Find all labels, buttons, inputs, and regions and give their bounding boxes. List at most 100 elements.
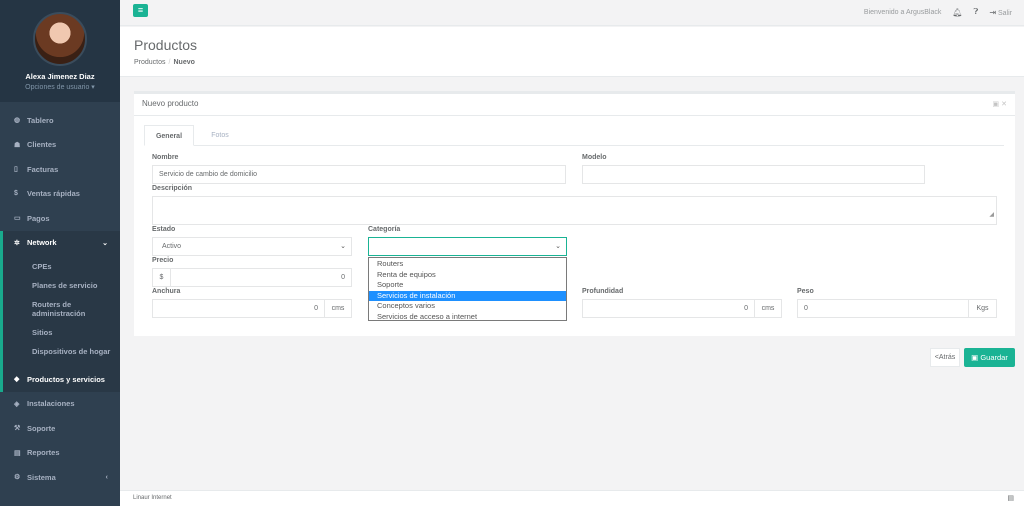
sidebar-nav: ◍ Tablero ☗ Clientes ▯ Facturas $ Ventas ráp…	[0, 108, 120, 255]
dropdown-option[interactable]: Soporte	[369, 280, 566, 291]
peso-label: Peso	[797, 288, 814, 295]
sidebar: Alexa Jimenez Diaz Opciones de usuario ▾…	[0, 0, 120, 506]
network-icon: ✲	[14, 239, 20, 247]
bell-icon[interactable]: 🔔︎	[952, 8, 962, 17]
dropdown-option[interactable]: Renta de equipos	[369, 270, 566, 281]
save-label: Guardar	[980, 353, 1008, 362]
modelo-input[interactable]	[582, 165, 925, 184]
logout-label: Salir	[997, 9, 1012, 17]
sidebar-item-clientes[interactable]: ☗ Clientes	[0, 133, 120, 158]
anchura-unit-addon: cms	[324, 299, 352, 318]
dropdown-option[interactable]: Conceptos varios	[369, 301, 566, 312]
submenu-item-routers[interactable]: Routers de administración	[3, 295, 93, 323]
categoria-select[interactable]: ⌄	[368, 237, 567, 256]
tab-fotos[interactable]: Fotos	[204, 125, 236, 146]
hamburger-icon: ≡	[137, 5, 144, 15]
nombre-input[interactable]: Servicio de cambio de domicilio	[152, 165, 566, 184]
sidebar-item-network[interactable]: ✲ Network ⌄	[0, 230, 120, 255]
page-heading: Productos Productos / Nuevo	[120, 27, 1024, 77]
submenu-item-dispositivos[interactable]: Dispositivos de hogar	[3, 342, 120, 361]
chevron-down-icon: ⌄	[555, 243, 561, 250]
wrench-icon: ⚒	[14, 425, 21, 433]
sidebar-item-ventas[interactable]: $ Ventas rápidas	[0, 182, 120, 207]
profundidad-label: Profundidad	[582, 288, 624, 295]
footer-text: Linaur Internet	[133, 495, 172, 501]
gears-icon: ⚙	[14, 474, 21, 482]
submenu-item-planes[interactable]: Planes de servicio	[3, 276, 120, 295]
avatar[interactable]	[33, 12, 87, 66]
sidebar-item-label: Pagos	[27, 213, 50, 223]
estado-select[interactable]: Activo ⌄	[152, 237, 352, 256]
breadcrumb-root[interactable]: Productos	[134, 59, 166, 66]
sidebar-item-label: Tablero	[27, 115, 54, 125]
modelo-label: Modelo	[582, 154, 607, 161]
logout-link[interactable]: ⇥ Salir	[989, 8, 1012, 17]
sidebar-nav-lower: ◆ Productos y servicios ◈ Instalaciones ⚒ S…	[0, 367, 120, 490]
descripcion-label: Descripción	[152, 185, 193, 192]
peso-input[interactable]: 0	[797, 299, 969, 318]
sidebar-item-label: Reportes	[27, 448, 60, 458]
sidebar-item-sistema[interactable]: ⚙ Sistema ‹	[0, 465, 120, 490]
save-button[interactable]: ▣ Guardar	[964, 348, 1015, 367]
sidebar-item-facturas[interactable]: ▯ Facturas	[0, 157, 120, 182]
user-options-link[interactable]: Opciones de usuario ▾	[0, 83, 120, 91]
chevron-left-icon: ‹	[105, 473, 108, 481]
close-icon[interactable]: ✕	[1001, 101, 1007, 108]
sidebar-item-label: Sistema	[27, 472, 56, 482]
sidebar-item-reportes[interactable]: ▤ Reportes	[0, 441, 120, 466]
save-icon: ▣	[971, 353, 979, 362]
money-icon: ▭	[14, 215, 21, 223]
help-icon[interactable]: ❓︎	[974, 7, 979, 17]
sidebar-item-productos[interactable]: ◆ Productos y servicios	[0, 367, 120, 392]
breadcrumb-current: Nuevo	[173, 59, 195, 66]
breadcrumb-separator: /	[168, 59, 171, 66]
sign-out-icon: ⇥	[989, 7, 997, 17]
resize-handle-icon[interactable]: ◢	[989, 207, 994, 224]
estado-value: Activo	[162, 243, 182, 250]
descripcion-textarea[interactable]: ◢	[152, 196, 997, 225]
estado-label: Estado	[152, 226, 176, 233]
tab-general[interactable]: General	[144, 125, 194, 146]
sidebar-item-label: Instalaciones	[27, 399, 75, 409]
topbar: ≡ Bienvenido a ArgusBlack 🔔︎ ❓︎ ⇥ Salir	[120, 0, 1024, 26]
sidebar-item-pagos[interactable]: ▭ Pagos	[0, 206, 120, 231]
sidebar-item-soporte[interactable]: ⚒ Soporte	[0, 416, 120, 441]
profile-panel: Alexa Jimenez Diaz Opciones de usuario ▾	[0, 0, 120, 102]
dropdown-option[interactable]: Routers	[369, 259, 566, 270]
dropdown-option-highlighted[interactable]: Servicios de instalación	[369, 290, 566, 301]
tab-bar: General Fotos	[144, 125, 1004, 146]
peso-unit-addon: Kgs	[968, 299, 997, 318]
anchura-label: Anchura	[152, 288, 181, 295]
panel-title: Nuevo producto	[134, 94, 1015, 116]
submenu-item-cpes[interactable]: CPEs	[3, 257, 120, 276]
anchura-input[interactable]: 0	[152, 299, 325, 318]
report-icon: ▤	[14, 449, 21, 457]
nombre-label: Nombre	[152, 154, 179, 161]
chevron-down-icon: ⌄	[340, 243, 346, 250]
footer: Linaur Internet ▤	[120, 490, 1024, 506]
file-icon: ▯	[14, 166, 18, 174]
sidebar-item-label: Facturas	[27, 164, 59, 174]
menu-toggle-button[interactable]: ≡	[133, 4, 148, 17]
sidebar-item-label: Soporte	[27, 423, 56, 433]
sidebar-item-label: Productos y servicios	[27, 374, 105, 384]
submenu-item-sitios[interactable]: Sitios	[3, 323, 120, 342]
back-button[interactable]: <Atrás	[930, 348, 960, 367]
sidebar-item-label: Clientes	[27, 140, 57, 150]
chevron-down-icon: ⌄	[102, 239, 108, 247]
sidebar-item-tablero[interactable]: ◍ Tablero	[0, 108, 120, 133]
install-icon: ◈	[14, 400, 20, 408]
dropdown-option[interactable]: Servicios de acceso a internet	[369, 312, 566, 323]
collapse-icon[interactable]: ▣	[993, 101, 1000, 108]
precio-input[interactable]: 0	[170, 268, 352, 287]
page-title: Productos	[134, 37, 198, 53]
sidebar-item-instalaciones[interactable]: ◈ Instalaciones	[0, 392, 120, 417]
dollar-icon: $	[14, 190, 18, 198]
network-submenu: CPEs Planes de servicio Routers de admin…	[0, 255, 120, 367]
categoria-dropdown-list: Routers Renta de equipos Soporte Servici…	[368, 257, 567, 321]
profundidad-input[interactable]: 0	[582, 299, 755, 318]
tag-icon: ◆	[14, 376, 20, 384]
users-icon: ☗	[14, 141, 21, 149]
sidebar-item-label: Network	[27, 238, 57, 248]
panel-tools: ▣ ✕	[993, 100, 1007, 108]
